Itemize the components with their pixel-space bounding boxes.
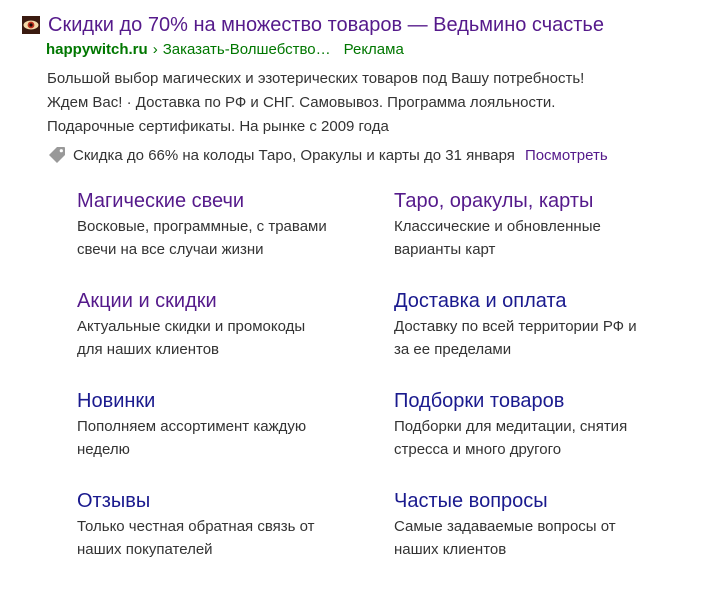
promo-text: Скидка до 66% на колоды Таро, Оракулы и … bbox=[73, 146, 515, 164]
sitelink-description: Восковые, программные, с травами свечи н… bbox=[77, 215, 377, 261]
sitelink-title[interactable]: Доставка и оплата bbox=[394, 287, 567, 315]
sitelink-promotions: Акции и скидки Актуальные скидки и промо… bbox=[77, 287, 394, 387]
sitelink-new-arrivals: Новинки Пополняем ассортимент каждую нед… bbox=[77, 387, 394, 487]
sitelink-tarot-cards: Таро, оракулы, карты Классические и обно… bbox=[394, 187, 711, 287]
sitelinks-row: Акции и скидки Актуальные скидки и промо… bbox=[77, 287, 677, 387]
search-ad: Скидки до 70% на множество товаров — Вед… bbox=[22, 10, 702, 167]
ad-title-link[interactable]: Скидки до 70% на множество товаров — Вед… bbox=[48, 14, 604, 37]
sitelink-description-line: стресса и много другого bbox=[394, 441, 562, 458]
sitelink-description-line: Самые задаваемые вопросы от bbox=[394, 518, 616, 535]
sitelink-description: Пополняем ассортимент каждую неделю bbox=[77, 415, 377, 461]
sitelink-title[interactable]: Акции и скидки bbox=[77, 287, 217, 315]
ad-description: Большой выбор магических и эзотерических… bbox=[47, 67, 687, 139]
price-tag-icon bbox=[47, 145, 67, 165]
sitelink-faq: Частые вопросы Самые задаваемые вопросы … bbox=[394, 487, 711, 587]
sitelink-title[interactable]: Частые вопросы bbox=[394, 487, 548, 515]
sitelink-title[interactable]: Отзывы bbox=[77, 487, 150, 515]
sitelink-description-line: неделю bbox=[77, 441, 130, 458]
ad-url-row: happywitch.ru › Заказать-Волшебство… Рек… bbox=[46, 41, 702, 63]
sitelink-description-line: Классические и обновленные bbox=[394, 218, 601, 235]
sitelink-description-line: Подборки для медитации, снятия bbox=[394, 418, 628, 435]
sitelink-description: Классические и обновленные варианты карт bbox=[394, 215, 694, 261]
sitelink-title[interactable]: Новинки bbox=[77, 387, 155, 415]
sitelinks: Магические свечи Восковые, программные, … bbox=[77, 187, 677, 587]
sitelink-delivery-payment: Доставка и оплата Доставку по всей терри… bbox=[394, 287, 711, 387]
sitelink-description-line: Доставку по всей территории РФ и bbox=[394, 318, 637, 335]
sitelink-description: Подборки для медитации, снятия стресса и… bbox=[394, 415, 694, 461]
sitelink-description: Актуальные скидки и промокоды для наших … bbox=[77, 315, 377, 361]
sitelink-description-line: Восковые, программные, с травами bbox=[77, 218, 327, 235]
sitelinks-row: Новинки Пополняем ассортимент каждую нед… bbox=[77, 387, 677, 487]
sitelink-description-line: Пополняем ассортимент каждую bbox=[77, 418, 307, 435]
sitelinks-row: Отзывы Только честная обратная связь от … bbox=[77, 487, 677, 587]
sitelink-title[interactable]: Подборки товаров bbox=[394, 387, 564, 415]
sitelink-title[interactable]: Магические свечи bbox=[77, 187, 244, 215]
sitelinks-row: Магические свечи Восковые, программные, … bbox=[77, 187, 677, 287]
sitelink-description-line: варианты карт bbox=[394, 241, 496, 258]
ad-domain-link[interactable]: happywitch.ru bbox=[46, 41, 148, 58]
sitelink-description: Доставку по всей территории РФ и за ее п… bbox=[394, 315, 694, 361]
sitelink-description-line: за ее пределами bbox=[394, 341, 512, 358]
sitelink-description-line: Актуальные скидки и промокоды bbox=[77, 318, 306, 335]
sitelink-description-line: свечи на все случаи жизни bbox=[77, 241, 264, 258]
ad-url-path-link[interactable]: Заказать-Волшебство… bbox=[163, 41, 331, 58]
sitelink-description-line: наших покупателей bbox=[77, 541, 213, 558]
sitelink-collections: Подборки товаров Подборки для медитации,… bbox=[394, 387, 711, 487]
ad-label: Реклама bbox=[343, 41, 404, 58]
ad-title-row: Скидки до 70% на множество товаров — Вед… bbox=[22, 10, 702, 40]
url-separator: › bbox=[152, 41, 158, 58]
sitelink-description: Самые задаваемые вопросы от наших клиент… bbox=[394, 515, 694, 561]
ad-description-line: Ждем Вас! · Доставка по РФ и СНГ. Самовы… bbox=[47, 94, 556, 111]
ad-description-line: Большой выбор магических и эзотерических… bbox=[47, 70, 585, 87]
sitelink-title[interactable]: Таро, оракулы, карты bbox=[394, 187, 593, 215]
promo-row: Скидка до 66% на колоды Таро, Оракулы и … bbox=[47, 143, 702, 167]
sitelink-description: Только честная обратная связь от наших п… bbox=[77, 515, 377, 561]
ad-description-line: Подарочные сертификаты. На рынке с 2009 … bbox=[47, 118, 389, 135]
promo-view-link[interactable]: Посмотреть bbox=[525, 147, 608, 164]
eye-icon bbox=[22, 16, 40, 34]
sitelink-description-line: для наших клиентов bbox=[77, 341, 220, 358]
sitelink-magic-candles: Магические свечи Восковые, программные, … bbox=[77, 187, 394, 287]
sitelink-description-line: Только честная обратная связь от bbox=[77, 518, 315, 535]
sitelink-reviews: Отзывы Только честная обратная связь от … bbox=[77, 487, 394, 587]
sitelink-description-line: наших клиентов bbox=[394, 541, 507, 558]
